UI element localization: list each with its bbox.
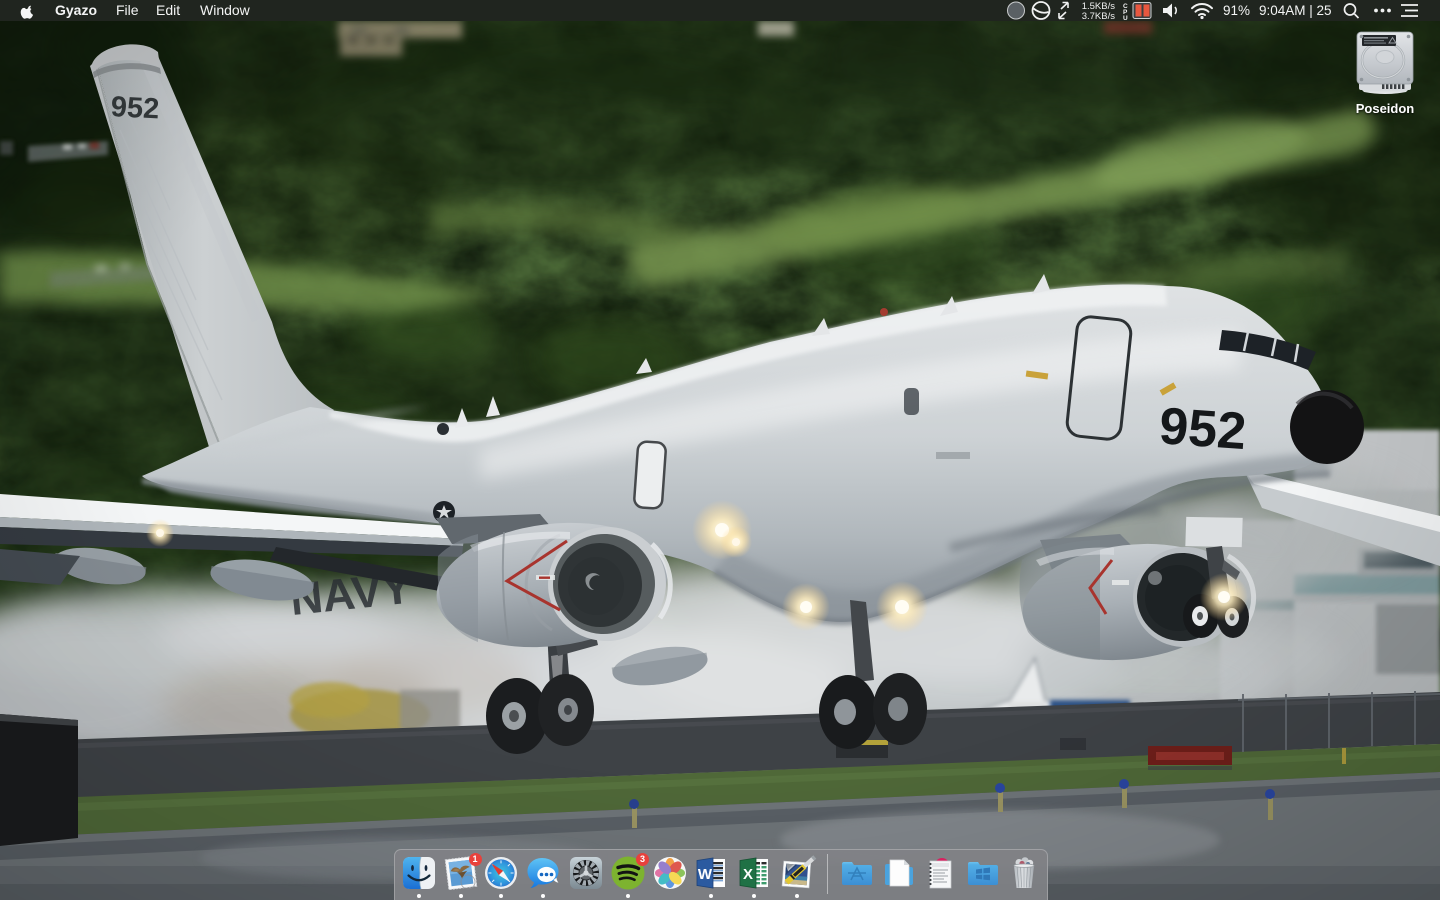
svg-text:U: U bbox=[1123, 15, 1128, 21]
svg-text:9:04AM | 25: 9:04AM | 25 bbox=[1259, 3, 1332, 18]
svg-text:W: W bbox=[698, 866, 713, 883]
svg-text:3.7KB/s: 3.7KB/s bbox=[1082, 11, 1116, 21]
svg-text:91%: 91% bbox=[1223, 3, 1250, 18]
svg-text:X: X bbox=[743, 866, 753, 883]
